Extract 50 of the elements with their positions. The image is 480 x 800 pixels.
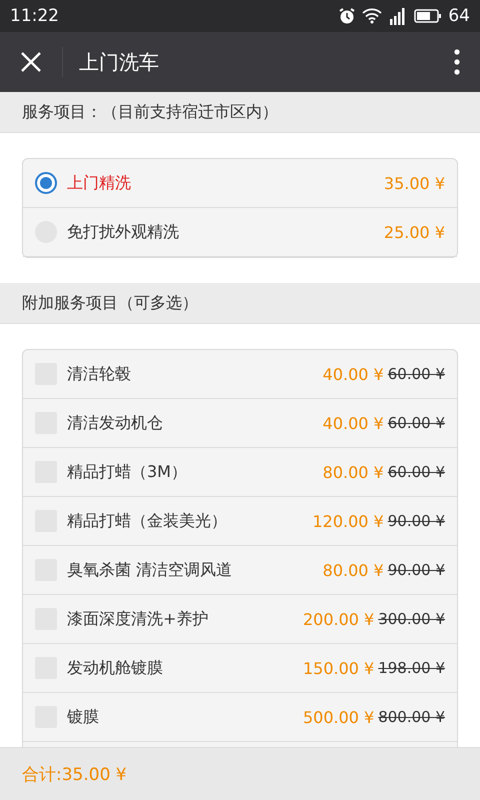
price: 200.00 ¥ [302,610,374,628]
service-name: 发动机舱镀膜 [67,658,164,678]
addon-option[interactable]: 精品打蜡（金装美光） 120.00 ¥ 90.00 ¥ [23,497,457,546]
original-price: 800.00 ¥ [378,708,445,726]
addon-option[interactable]: 漆面深度清洗+养护 200.00 ¥ 300.00 ¥ [23,595,457,644]
price: 40.00 ¥ [322,364,384,384]
price: 500.00 ¥ [302,708,374,726]
price: 80.00 ¥ [322,462,384,482]
wifi-icon [362,8,382,24]
price: 25.00 ¥ [384,222,445,242]
alarm-icon [338,7,356,25]
section-title: 服务项目：（目前支持宿迁市区内） [22,102,278,122]
original-price: 300.00 ¥ [378,610,445,628]
more-icon[interactable] [454,49,460,75]
service-name: 精品打蜡（金装美光） [67,510,228,532]
radio-button[interactable] [35,172,57,194]
service-option[interactable]: 上门精洗 35.00 ¥ [23,159,457,208]
price: 35.00 ¥ [384,174,445,192]
service-name: 臭氧杀菌 清洁空调风道 [67,560,234,580]
service-name: 上门精洗 [67,172,132,194]
original-price: 60.00 ¥ [388,365,445,383]
service-name: 精品打蜡（3M） [67,462,188,482]
original-price: 198.00 ¥ [378,659,445,677]
addon-option[interactable]: 臭氧杀菌 清洁空调风道 80.00 ¥ 90.00 ¥ [23,546,457,595]
service-name: 镀膜 [67,706,100,728]
total-price: 合计:35.00 ¥ [22,764,127,786]
original-price: 60.00 ¥ [388,463,445,481]
section-title: 附加服务项目（可多选） [22,292,198,314]
service-option[interactable]: 免打扰外观精洗 25.00 ¥ [23,208,457,257]
service-name: 免打扰外观精洗 [67,222,180,242]
price: 120.00 ¥ [312,512,384,530]
addon-option[interactable]: 清洁轮毂 40.00 ¥ 60.00 ¥ [23,350,457,399]
service-name: 清洁发动机仓 [67,412,164,434]
original-price: 60.00 ¥ [388,414,445,432]
addon-option[interactable]: 发动机舱镀膜 150.00 ¥ 198.00 ¥ [23,644,457,693]
original-price: 90.00 ¥ [388,561,445,579]
price: 40.00 ¥ [322,414,384,432]
battery-level: 64 [448,6,470,26]
addon-option[interactable]: 清洁发动机仓 40.00 ¥ 60.00 ¥ [23,399,457,448]
original-price: 90.00 ¥ [388,512,445,530]
price: 150.00 ¥ [302,658,374,678]
close-icon[interactable] [20,51,42,73]
window-title: 上门洗车 [79,48,160,76]
battery-icon [414,8,442,24]
addon-option[interactable]: 精品打蜡（3M） 80.00 ¥ 60.00 ¥ [23,448,457,497]
addon-option[interactable]: 镀膜 500.00 ¥ 800.00 ¥ [23,693,457,742]
price: 80.00 ¥ [322,560,384,580]
service-name: 漆面深度清洗+养护 [67,608,210,630]
service-name: 清洁轮毂 [67,364,132,384]
clock-time: 11:22 [10,6,59,26]
